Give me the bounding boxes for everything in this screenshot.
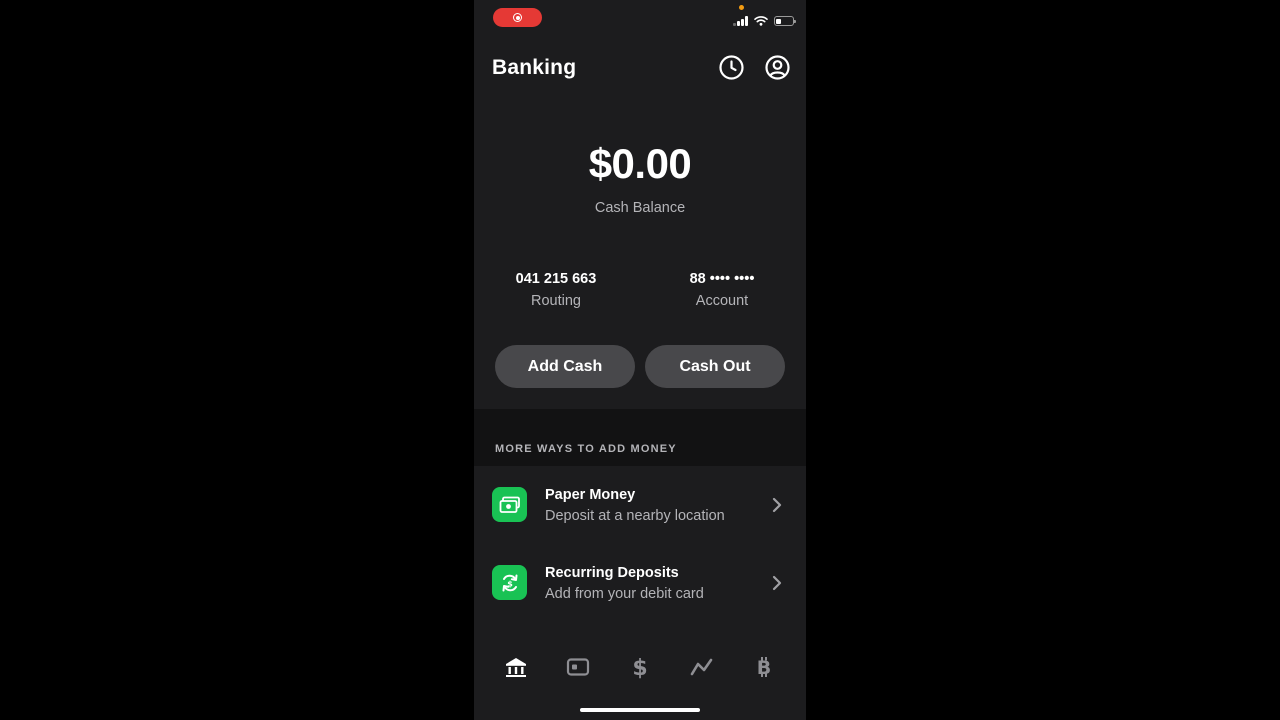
banknote-icon: [492, 487, 527, 522]
routing-label: Routing: [531, 293, 581, 309]
section-header: MORE WAYS TO ADD MONEY: [495, 443, 677, 455]
cash-balance-amount: $0.00: [588, 140, 692, 187]
chevron-right-icon: [772, 497, 782, 513]
recurring-icon: $: [492, 565, 527, 600]
account-label: Account: [695, 293, 749, 309]
svg-text:B: B: [757, 657, 771, 679]
cash-balance-label: Cash Balance: [594, 200, 686, 216]
home-indicator[interactable]: [580, 708, 700, 712]
phone-screen: Banking $0.00 Cash Balance 041 215 663 R…: [474, 0, 806, 720]
list-item-subtitle: Add from your debit card: [545, 586, 704, 602]
wifi-icon: [753, 16, 768, 26]
list-item-subtitle: Deposit at a nearby location: [545, 508, 725, 524]
routing-value: 041 215 663: [515, 271, 597, 287]
bottom-nav: $ B: [474, 640, 806, 720]
svg-text:$: $: [507, 579, 513, 588]
card-icon: [566, 658, 590, 676]
bank-icon: [506, 658, 526, 677]
cellular-signal-icon: [733, 15, 748, 26]
svg-text:$: $: [632, 656, 647, 679]
list-item-paper-money[interactable]: Paper Money Deposit at a nearby location: [474, 469, 806, 541]
status-icons: [733, 12, 796, 26]
cash-out-button[interactable]: Cash Out: [645, 345, 785, 388]
battery-icon: [773, 16, 796, 26]
nav-tab-pay[interactable]: $: [627, 654, 653, 680]
page-title: Banking: [492, 56, 577, 79]
clock-icon[interactable]: [718, 54, 745, 81]
status-bar: [474, 0, 806, 36]
stocks-icon: [690, 658, 713, 676]
list-item-recurring-deposits[interactable]: $ Recurring Deposits Add from your debit…: [474, 547, 806, 619]
add-cash-button[interactable]: Add Cash: [495, 345, 635, 388]
screen-record-icon[interactable]: [493, 8, 542, 27]
nav-tab-investing[interactable]: [689, 654, 715, 680]
profile-icon[interactable]: [764, 54, 791, 81]
privacy-indicator-dot: [739, 5, 744, 10]
section-divider: [474, 409, 806, 466]
nav-tab-banking[interactable]: [503, 654, 529, 680]
dollar-icon: $: [632, 656, 647, 679]
nav-tab-bitcoin[interactable]: B: [751, 654, 777, 680]
account-value: 88 •••• ••••: [689, 271, 755, 287]
list-item-title: Recurring Deposits: [545, 565, 679, 581]
bitcoin-icon: B: [757, 657, 771, 679]
list-item-title: Paper Money: [545, 487, 636, 503]
routing-number[interactable]: 041 215 663 Routing: [476, 271, 636, 309]
account-number[interactable]: 88 •••• •••• Account: [642, 271, 802, 309]
chevron-right-icon: [772, 575, 782, 591]
nav-tab-card[interactable]: [565, 654, 591, 680]
